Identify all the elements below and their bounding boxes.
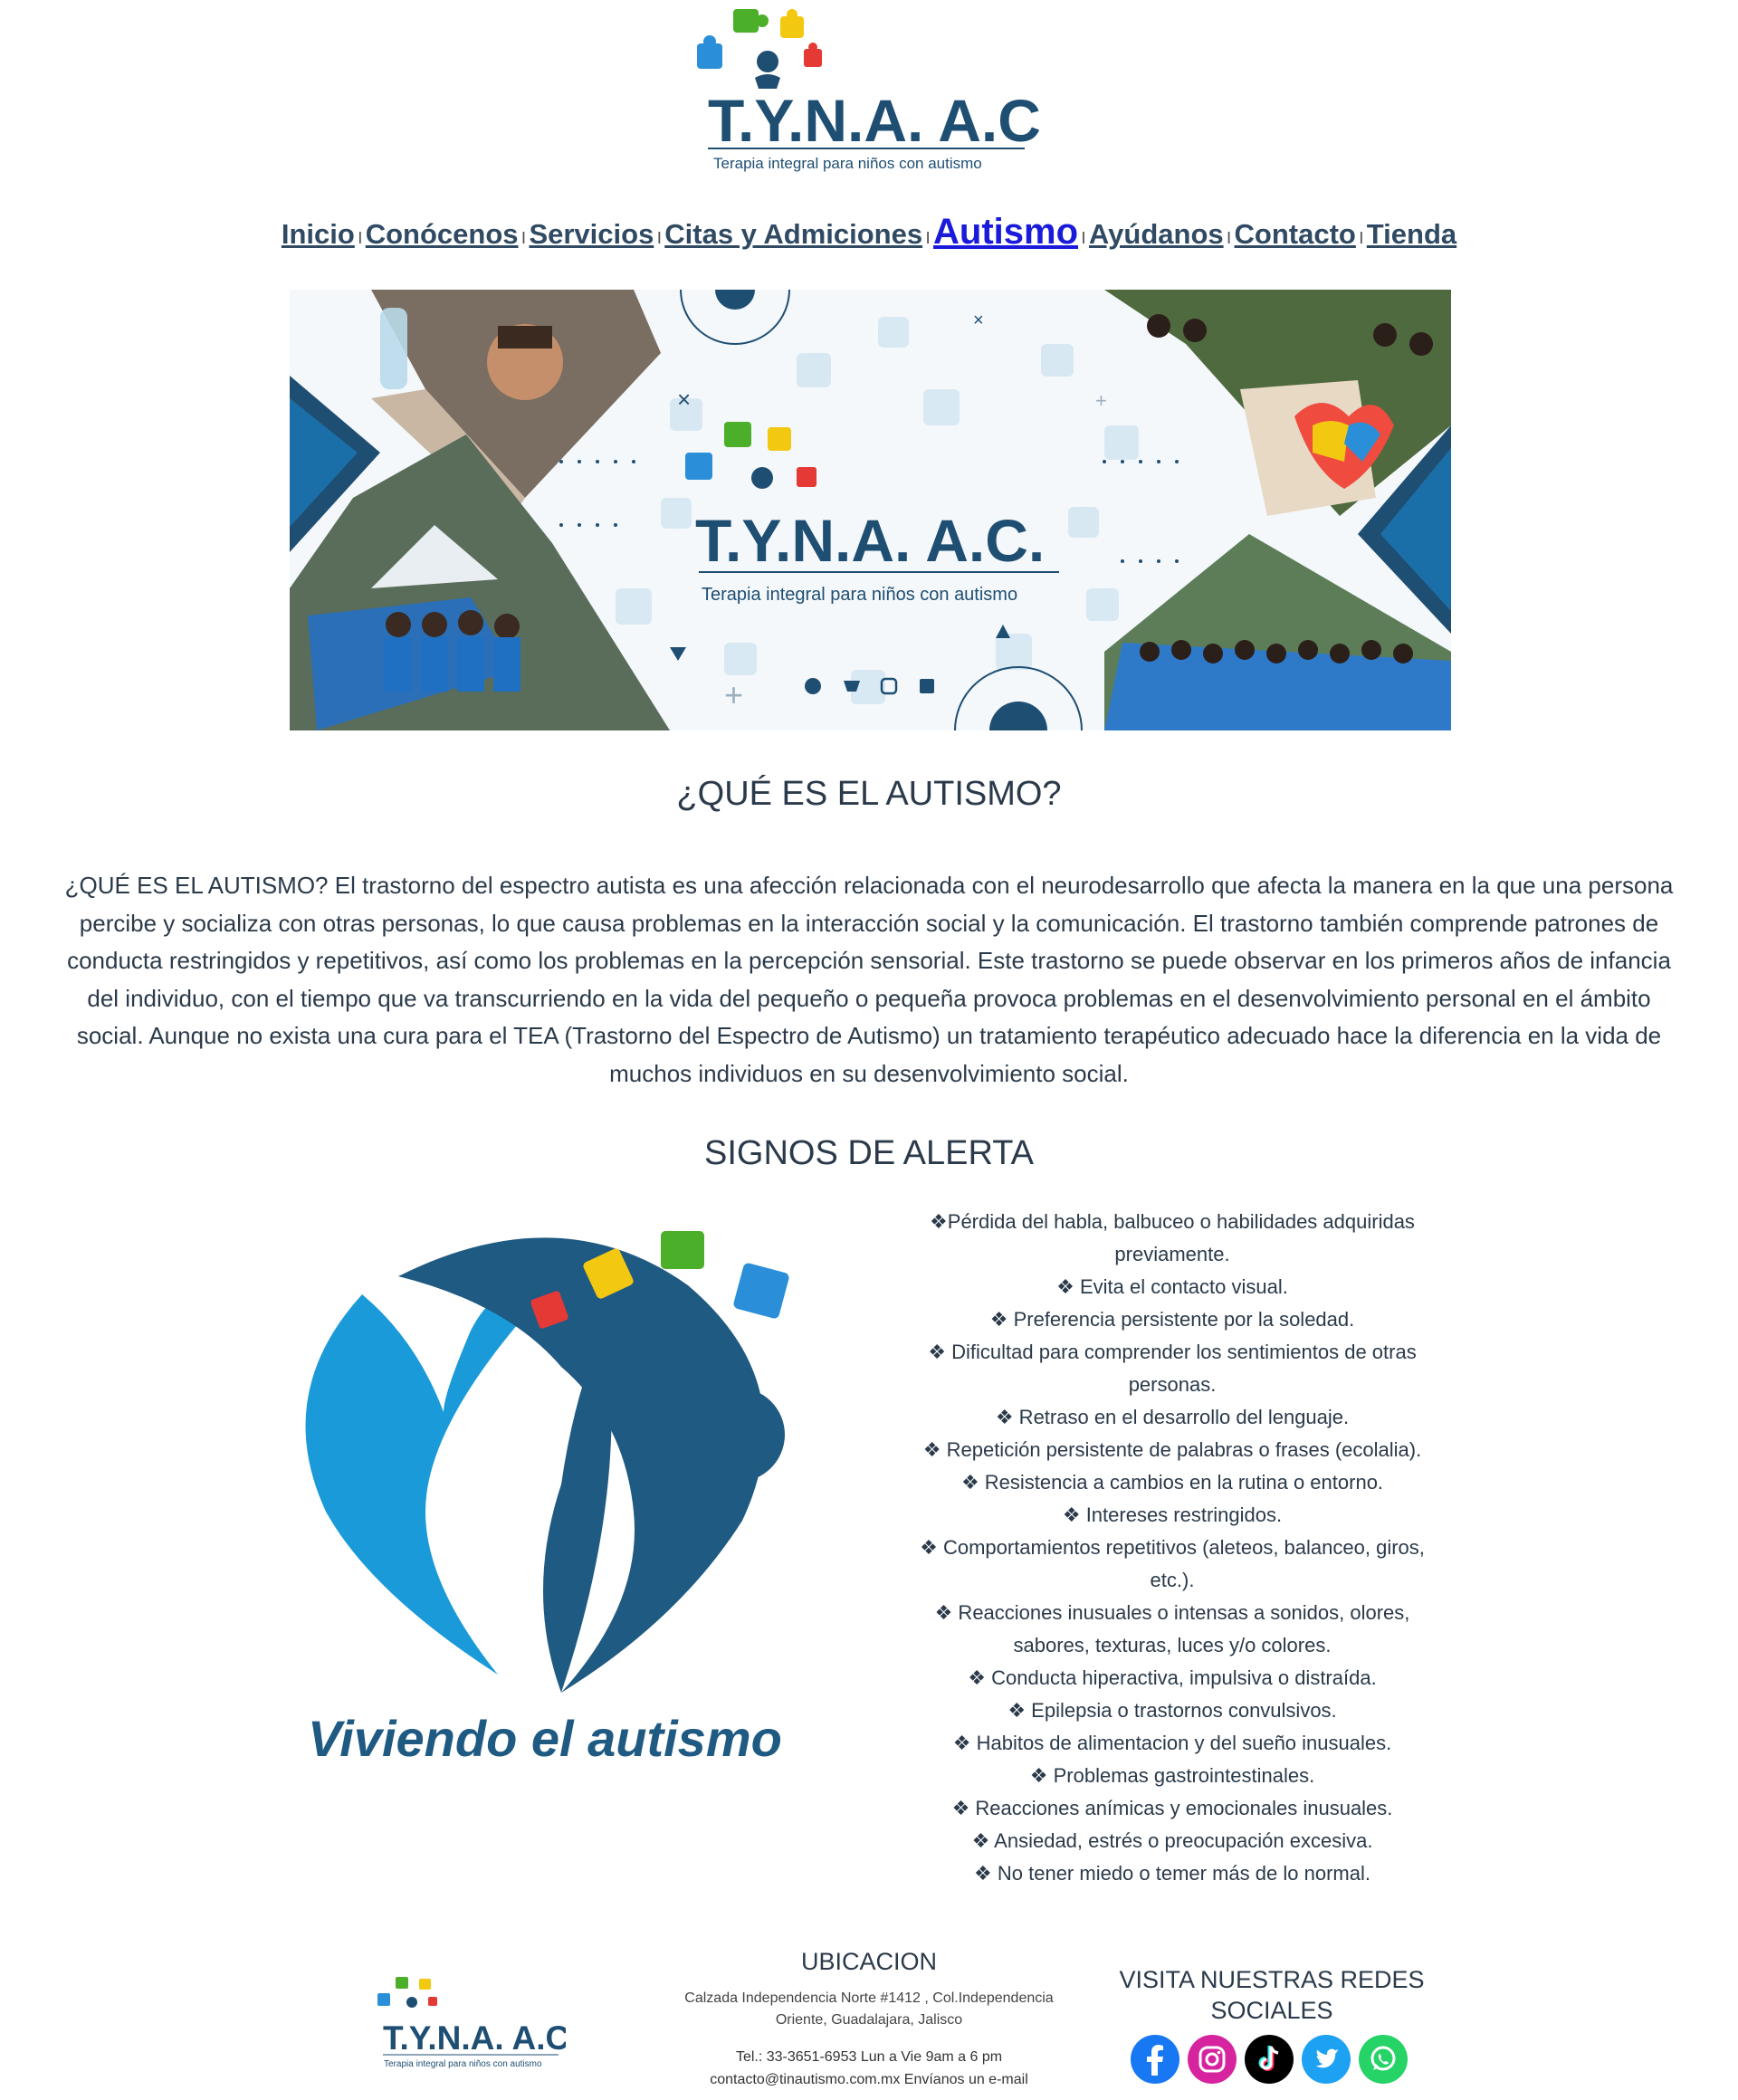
whatsapp-link[interactable] <box>1358 2034 1409 2085</box>
warning-sign-item: ❖ Dificultad para comprender los sentimi… <box>928 1341 1417 1363</box>
warning-sign-item: ❖ Conducta hiperactiva, impulsiva o dist… <box>968 1666 1377 1689</box>
contact-info: Tel.: 33-3651-6953 Lun a Vie 9am a 6 pm … <box>670 2046 1068 2091</box>
warning-sign-item: ❖ Intereses restringidos. <box>1062 1503 1283 1526</box>
logo2-caption: Viviendo el autismo <box>308 1710 782 1767</box>
site-logo[interactable]: T.Y.N.A. A.C. Terapia integral para niño… <box>697 5 1057 177</box>
banner-logo-tagline: Terapia integral para niños con autismo <box>702 585 1017 605</box>
warning-sign-item: ❖Pérdida del habla, balbuceo o habilidad… <box>930 1210 1415 1233</box>
nav-separator: | <box>926 228 930 243</box>
social-title-line: SOCIALES <box>1210 1997 1333 2024</box>
instagram-link[interactable] <box>1187 2034 1237 2085</box>
intro-line: del individuo, con el tiempo que va tran… <box>87 984 1651 1012</box>
address-line: Oriente, Guadalajara, Jalisco <box>775 2012 963 2028</box>
svg-text:×: × <box>973 310 984 330</box>
warning-sign-item: ❖ Reacciones anímicas y emocionales inus… <box>951 1797 1393 1819</box>
warning-sign-item: ❖ Problemas gastrointestinales. <box>1029 1764 1315 1787</box>
warning-signs-list: ❖Pérdida del habla, balbuceo o habilidad… <box>892 1206 1453 1890</box>
nav-item-tienda[interactable]: Tienda <box>1367 218 1456 250</box>
location-address: Calzada Independencia Norte #1412 , Col.… <box>670 1988 1068 2031</box>
banner-logo-title: T.Y.N.A. A.C. <box>695 507 1045 574</box>
warning-sign-item: ❖ Epilepsia o trastornos convulsivos. <box>1007 1699 1337 1722</box>
intro-line: percibe y socializa con otras personas, … <box>79 909 1659 937</box>
nav-item-ayúdanos[interactable]: Ayúdanos <box>1089 218 1224 250</box>
tynaac-logo-graphic: T.Y.N.A. A.C. Terapia integral para niño… <box>697 9 1057 172</box>
whatsapp-icon <box>1359 2035 1408 2084</box>
logo-tagline: Terapia integral para niños con autismo <box>713 155 982 172</box>
nav-item-autismo[interactable]: Autismo <box>933 212 1078 252</box>
warning-sign-item: ❖ Repetición persistente de palabras o f… <box>922 1438 1422 1461</box>
location-title: UBICACION <box>800 1948 938 1975</box>
puzzle-icon <box>697 9 822 89</box>
tiktok-icon <box>1245 2035 1294 2084</box>
svg-text:×: × <box>677 386 691 413</box>
warning-sign-item: etc.). <box>1150 1569 1195 1591</box>
nav-separator: | <box>1227 228 1231 243</box>
nav-separator: | <box>1359 228 1363 243</box>
logo-title: T.Y.N.A. A.C. <box>708 87 1041 154</box>
warning-sign-item: ❖ Retraso en el desarrollo del lenguaje. <box>995 1406 1350 1428</box>
footer-logo-graphic: T.Y.N.A. A.C. Terapia integral para niño… <box>377 1977 579 2069</box>
warning-sign-item: ❖ Preferencia persistente por la soledad… <box>989 1308 1355 1331</box>
banner-graphic: × × + + T.Y.N.A. A.C. Terapia integral p… <box>290 290 1451 730</box>
twitter-icon <box>1302 2035 1351 2084</box>
phone-line: Tel.: 33-3651-6953 Lun a Vie 9am a 6 pm <box>735 2049 1003 2065</box>
warning-sign-item: previamente. <box>1114 1243 1230 1265</box>
warning-signs-title: SIGNOS DE ALERTA <box>704 1134 1034 1172</box>
address-line: Calzada Independencia Norte #1412 , Col.… <box>684 1990 1054 2006</box>
social-title: VISITA NUESTRAS REDES SOCIALES <box>1095 1964 1448 2026</box>
nav-separator: | <box>657 228 662 243</box>
footer-logo[interactable]: T.Y.N.A. A.C. Terapia integral para niño… <box>376 1973 579 2075</box>
footer-logo-tagline: Terapia integral para niños con autismo <box>384 2059 542 2069</box>
tiktok-link[interactable] <box>1244 2034 1294 2085</box>
viviendo-autismo-logo: Viviendo el autismo <box>290 1213 851 1774</box>
facebook-link[interactable] <box>1130 2034 1180 2085</box>
intro-line: social. Aunque no exista una cura para e… <box>76 1022 1662 1050</box>
instagram-icon <box>1188 2035 1237 2084</box>
nav-item-conócenos[interactable]: Conócenos <box>366 218 519 250</box>
nav-item-inicio[interactable]: Inicio <box>282 218 355 250</box>
svg-text:+: + <box>1095 389 1107 412</box>
warning-sign-item: ❖ Ansiedad, estrés o preocupación excesi… <box>971 1829 1373 1852</box>
what-is-autism-text: ¿QUÉ ES EL AUTISMO? El trastorno del esp… <box>0 867 1738 1093</box>
warning-sign-item: personas. <box>1128 1373 1217 1396</box>
facebook-icon <box>920 679 934 693</box>
nav-separator: | <box>358 228 362 243</box>
footer-logo-title: T.Y.N.A. A.C. <box>383 2019 566 2057</box>
social-title-line: VISITA NUESTRAS REDES <box>1119 1966 1425 1993</box>
twitter-link[interactable] <box>1301 2034 1351 2085</box>
whatsapp-icon <box>805 678 821 694</box>
hero-banner: × × + + T.Y.N.A. A.C. Terapia integral p… <box>290 290 1451 730</box>
nav-separator: | <box>521 228 526 243</box>
email-cta-link[interactable]: Envíanos un e-mail <box>904 2072 1028 2087</box>
warning-sign-item: ❖ Reacciones inusuales o intensas a soni… <box>934 1601 1410 1624</box>
main-nav: Inicio | Conócenos | Servicios | Citas y Admic… <box>0 212 1738 253</box>
svg-text:+: + <box>724 676 743 713</box>
email-link[interactable]: contacto@tinautismo.com.mx <box>710 2072 900 2087</box>
warning-sign-item: ❖ Evita el contacto visual. <box>1056 1275 1288 1298</box>
intro-line: ¿QUÉ ES EL AUTISMO? El trastorno del esp… <box>64 872 1674 899</box>
email-line: contacto@tinautismo.com.mx Envíanos un e… <box>670 2068 1068 2091</box>
warning-sign-item: ❖ Resistencia a cambios en la rutina o e… <box>960 1471 1384 1494</box>
intro-line: muchos individuos en su desenvolvimiento… <box>609 1059 1129 1087</box>
facebook-icon <box>1131 2035 1179 2084</box>
warning-sign-item: ❖ Comportamientos repetitivos (aleteos, … <box>920 1536 1425 1559</box>
nav-separator: | <box>1082 228 1085 243</box>
puzzle-icon <box>377 1977 437 2008</box>
nav-item-citas-y-admiciones[interactable]: Citas y Admiciones <box>664 218 922 250</box>
what-is-autism-title: ¿QUÉ ES EL AUTISMO? <box>676 775 1062 813</box>
nav-item-servicios[interactable]: Servicios <box>529 218 654 250</box>
viviendo-logo-graphic: Viviendo el autismo <box>305 1231 789 1767</box>
warning-sign-item: sabores, texturas, luces y/o colores. <box>1013 1634 1332 1656</box>
warning-sign-item: ❖ No tener miedo o temer más de lo norma… <box>974 1862 1370 1885</box>
social-links <box>1130 2034 1409 2085</box>
intro-line: conducta restringidos y repetitivos, así… <box>67 947 1671 975</box>
warning-sign-item: ❖ Habitos de alimentacion y del sueño in… <box>952 1732 1392 1754</box>
nav-item-contacto[interactable]: Contacto <box>1235 218 1356 250</box>
